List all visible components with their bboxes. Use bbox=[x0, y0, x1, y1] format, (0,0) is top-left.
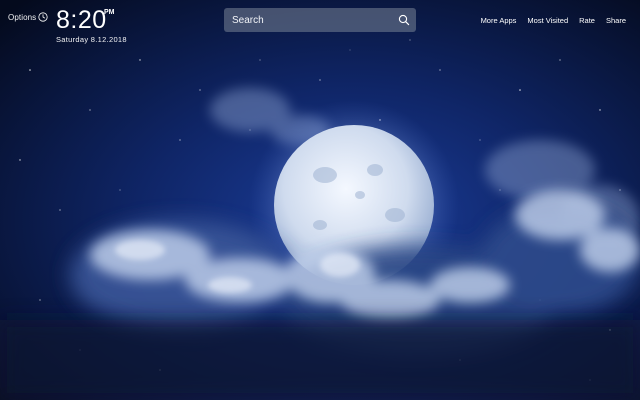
search-bar bbox=[224, 8, 416, 32]
background-wallpaper bbox=[0, 0, 640, 400]
top-bar: Options 8:20 PM Saturday 8.12.2018 More … bbox=[0, 0, 640, 60]
top-nav: More Apps Most Visited Rate Share bbox=[481, 16, 626, 25]
nav-rate[interactable]: Rate bbox=[579, 16, 595, 25]
nav-share[interactable]: Share bbox=[606, 16, 626, 25]
nav-more-apps[interactable]: More Apps bbox=[481, 16, 517, 25]
clock-period: PM bbox=[104, 9, 115, 16]
clock-date: Saturday 8.12.2018 bbox=[56, 35, 127, 44]
nav-most-visited[interactable]: Most Visited bbox=[527, 16, 568, 25]
search-input[interactable] bbox=[224, 8, 394, 32]
search-icon[interactable] bbox=[398, 14, 410, 26]
clock-icon[interactable] bbox=[38, 12, 48, 22]
options-link[interactable]: Options bbox=[8, 13, 36, 22]
clock-time: 8:20 bbox=[56, 6, 107, 34]
